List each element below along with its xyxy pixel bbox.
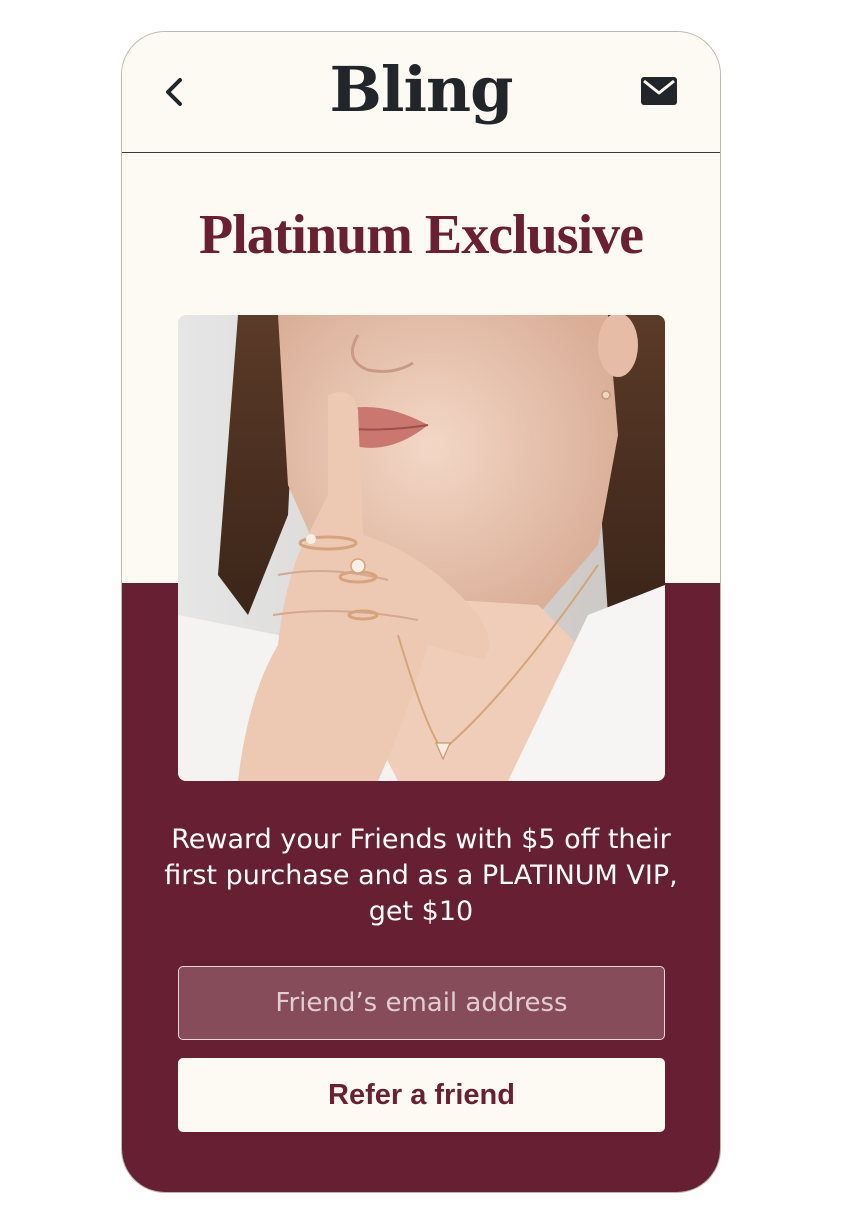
hero-image xyxy=(178,315,665,781)
friend-email-input[interactable] xyxy=(178,966,665,1040)
mail-button[interactable] xyxy=(640,75,678,107)
hero-photo xyxy=(178,315,665,781)
mail-icon xyxy=(641,77,677,105)
app-header: Bling xyxy=(122,32,720,153)
refer-friend-button[interactable]: Refer a friend xyxy=(178,1058,665,1132)
phone-frame: Bling Platinum Exclusive Reward your Fri… xyxy=(121,31,721,1193)
brand-logo: Bling xyxy=(329,53,514,126)
reward-description: Reward your Friends with $5 off their fi… xyxy=(164,824,678,927)
page-title: Platinum Exclusive xyxy=(198,204,644,266)
